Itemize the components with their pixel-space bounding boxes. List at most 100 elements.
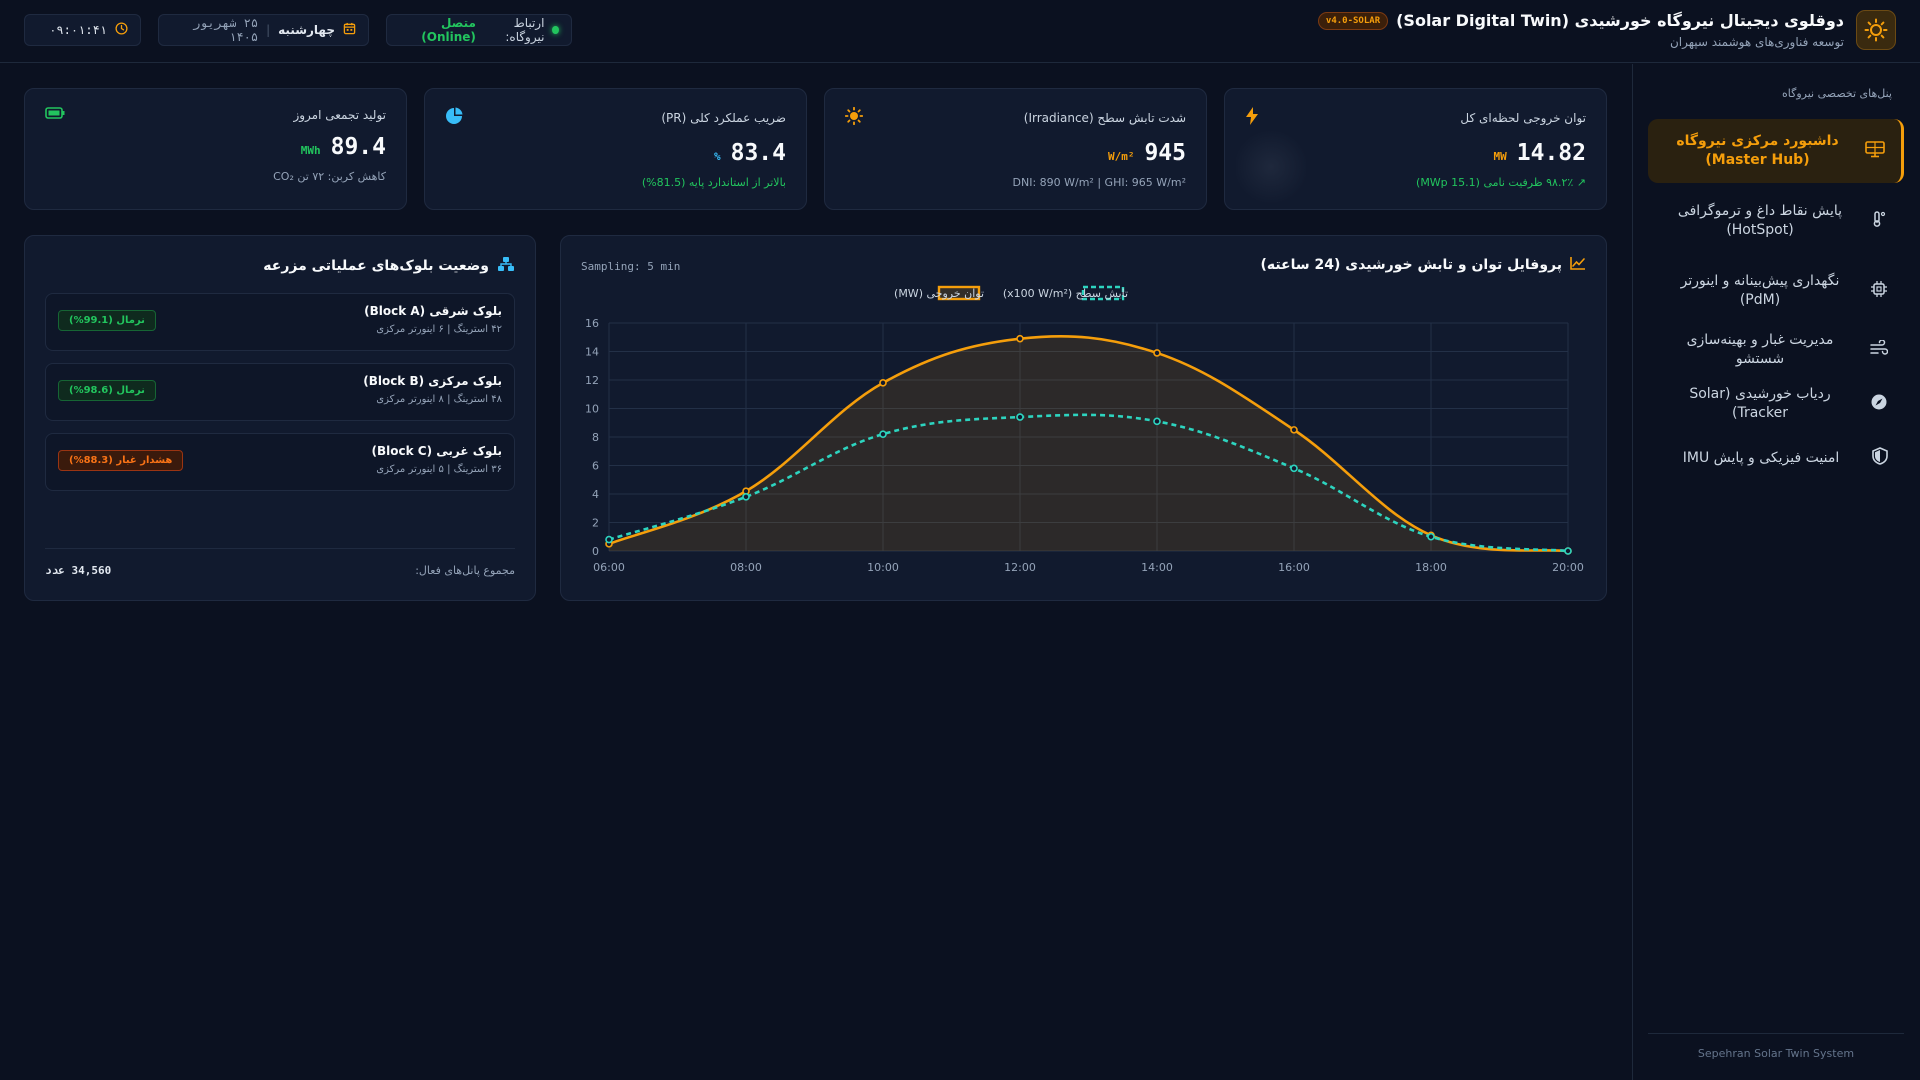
x-tick-label: 08:00	[730, 561, 762, 574]
x-tick-label: 10:00	[867, 561, 899, 574]
block-card-b[interactable]: بلوک مرکزی (Block B) ۴۸ استرینگ | ۸ اینو…	[45, 363, 515, 421]
data-point	[605, 535, 613, 544]
sidebar-heading: پنل‌های تخصصی نیروگاه	[1782, 87, 1892, 100]
sun-logo-icon	[1856, 10, 1896, 50]
time-value: ۰۹:۰۱:۴۱	[49, 23, 107, 37]
kpi-foot-text: ۹۸.۲٪ ظرفیت نامی (15.1 MWp)	[1416, 176, 1574, 189]
y-tick-label: 0	[592, 545, 599, 558]
kpi-foot-text: بالاتر از استاندارد پایه (81.5%)	[641, 176, 786, 189]
data-point	[1290, 464, 1298, 473]
block-meta: ۴۲ استرینگ | ۶ اینورتر مرکزی	[376, 324, 502, 335]
chart-legend: توان خروجی (MW) تابش سطح (x100 W/m²)	[894, 285, 1128, 301]
block-name: بلوک مرکزی (Block B)	[363, 374, 502, 388]
thermometer-icon	[1870, 210, 1888, 232]
status-badge: نرمال (99.1%)	[58, 310, 156, 331]
calendar-icon	[343, 22, 356, 38]
sidebar-item-master-hub[interactable]: داشبورد مرکزی نیروگاه (Master Hub)	[1648, 119, 1904, 183]
block-meta: ۳۶ استرینگ | ۵ اینورتر مرکزی	[376, 464, 502, 475]
data-point	[1153, 417, 1161, 426]
kpi-unit: W/m²	[1107, 150, 1135, 163]
data-point	[1153, 349, 1161, 357]
kpi-card-energy: تولید تجمعی امروز 89.4 MWh کاهش کربن: ۷۲…	[24, 88, 407, 210]
kpi-foot-text: کاهش کربن: ۷۲ تن CO₂	[273, 170, 386, 183]
kpi-card-irradiance: شدت تابش سطح (Irradiance) 945 W/m² DNI: …	[824, 88, 1207, 210]
kpi-title: شدت تابش سطح (Irradiance)	[1023, 110, 1186, 125]
status-badge: نرمال (98.6%)	[58, 380, 156, 401]
kpi-title: توان خروجی لحظه‌ای کل	[1460, 110, 1586, 125]
sidebar-footer: Sepehran Solar Twin System	[1697, 1047, 1855, 1060]
sidebar-divider	[1648, 1033, 1904, 1034]
kpi-title: تولید تجمعی امروز	[293, 107, 386, 122]
blocks-title: وضعیت بلوک‌های عملیاتی مزرعه	[263, 258, 489, 274]
online-dot-icon	[552, 26, 559, 34]
sun-icon	[844, 106, 864, 128]
y-tick-label: 8	[592, 431, 599, 444]
data-point	[879, 430, 887, 438]
block-meta: ۴۸ استرینگ | ۸ اینورتر مرکزی	[376, 394, 502, 405]
sidebar-item-label: مدیریت غبار و بهینه‌سازی شستشو	[1686, 332, 1834, 367]
kpi-unit: %	[713, 150, 721, 163]
blocks-panel-title: وضعیت بلوک‌های عملیاتی مزرعه	[263, 256, 515, 276]
sidebar-item-label: داشبورد مرکزی نیروگاه (Master Hub)	[1676, 133, 1839, 168]
date-value: ۲۵ شهریور ۱۴۰۵	[193, 16, 259, 44]
data-point	[1564, 547, 1572, 555]
date-display: چهارشنبه | ۲۵ شهریور ۱۴۰۵	[158, 14, 369, 46]
connection-value: متصل (Online)	[421, 16, 476, 44]
sidebar-item-pdm[interactable]: نگهداری پیش‌بینانه و اینورتر (PdM)	[1648, 269, 1904, 313]
series-area	[609, 336, 1568, 551]
kpi-foot-text: DNI: 890 W/m² | GHI: 965 W/m²	[1012, 176, 1187, 189]
app-title: دوقلوی دیجیتال نیروگاه خورشیدی (Solar Di…	[1396, 11, 1844, 30]
kpi-glow	[1236, 127, 1306, 207]
date-separator: |	[266, 23, 271, 37]
blocks-panel: وضعیت بلوک‌های عملیاتی مزرعه بلوک شرقی (…	[24, 235, 536, 601]
x-tick-label: 18:00	[1415, 561, 1447, 574]
block-card-c[interactable]: بلوک غربی (Block C) ۳۶ استرینگ | ۵ اینور…	[45, 433, 515, 491]
total-panels-value: 34,560 عدد	[45, 564, 112, 577]
sidebar-item-label: نگهداری پیش‌بینانه و اینورتر (PdM)	[1680, 273, 1840, 308]
legend-label: توان خروجی (MW)	[894, 287, 984, 300]
y-tick-label: 16	[585, 317, 599, 330]
x-tick-label: 06:00	[593, 561, 625, 574]
y-tick-label: 6	[592, 460, 599, 473]
sidebar-item-hotspot[interactable]: پایش نقاط داغ و ترموگرافی (HotSpot)	[1648, 199, 1904, 243]
kpi-value: 14.82	[1516, 140, 1586, 166]
legend-label: تابش سطح (x100 W/m²)	[1003, 287, 1128, 300]
sidebar-item-dust[interactable]: مدیریت غبار و بهینه‌سازی شستشو	[1648, 330, 1904, 370]
data-point	[1016, 334, 1024, 343]
version-badge: v4.0-SOLAR	[1317, 11, 1389, 30]
date-day: چهارشنبه	[278, 23, 335, 37]
sidebar-item-label: پایش نقاط داغ و ترموگرافی (HotSpot)	[1677, 203, 1843, 238]
battery-icon	[45, 107, 65, 122]
kpi-unit: MW	[1493, 150, 1507, 163]
trend-up-icon: ↗	[1576, 176, 1586, 189]
data-point	[742, 493, 750, 501]
wind-icon	[1870, 339, 1889, 360]
y-tick-label: 14	[585, 346, 599, 359]
connection-label: ارتباط نیروگاه:	[505, 16, 545, 44]
sidebar: پنل‌های تخصصی نیروگاه داشبورد مرکزی نیرو…	[1632, 64, 1920, 1080]
sidebar-item-tracker[interactable]: ردیاب خورشیدی (Solar Tracker)	[1648, 384, 1904, 424]
kpi-card-pr: ضریب عملکرد کلی (PR) 83.4 % بالاتر از اس…	[424, 88, 807, 210]
status-badge: هشدار غبار (88.3%)	[58, 450, 184, 471]
block-name: بلوک غربی (Block C)	[371, 444, 502, 458]
kpi-value: 89.4	[330, 134, 386, 160]
shield-icon	[1872, 447, 1888, 469]
sidebar-item-security[interactable]: امنیت فیزیکی و پایش IMU	[1648, 438, 1904, 478]
clock-icon	[115, 22, 128, 38]
brand: دوقلوی دیجیتال نیروگاه خورشیدی (Solar Di…	[1317, 10, 1896, 50]
x-tick-label: 14:00	[1141, 561, 1173, 574]
x-tick-label: 12:00	[1004, 561, 1036, 574]
pie-icon	[445, 107, 463, 128]
dashboard-icon	[1865, 140, 1885, 162]
data-point	[1427, 532, 1435, 541]
network-icon	[497, 256, 515, 276]
time-display: ۰۹:۰۱:۴۱	[24, 14, 141, 46]
blocks-divider	[45, 548, 515, 549]
block-card-a[interactable]: بلوک شرقی (Block A) ۴۲ استرینگ | ۶ اینور…	[45, 293, 515, 351]
kpi-value: 83.4	[730, 140, 786, 166]
connection-status: ارتباط نیروگاه: متصل (Online)	[386, 14, 572, 46]
total-panels-label: مجموع پانل‌های فعال:	[415, 564, 515, 577]
kpi-value: 945	[1144, 140, 1186, 166]
power-irradiance-chart: 0 2 4 6 8 10 12 14 16 06:00 08:00 10:00 12:00 14:00 16…	[585, 285, 1584, 574]
app-subtitle: توسعه فناوری‌های هوشمند سپهران	[1669, 35, 1844, 49]
